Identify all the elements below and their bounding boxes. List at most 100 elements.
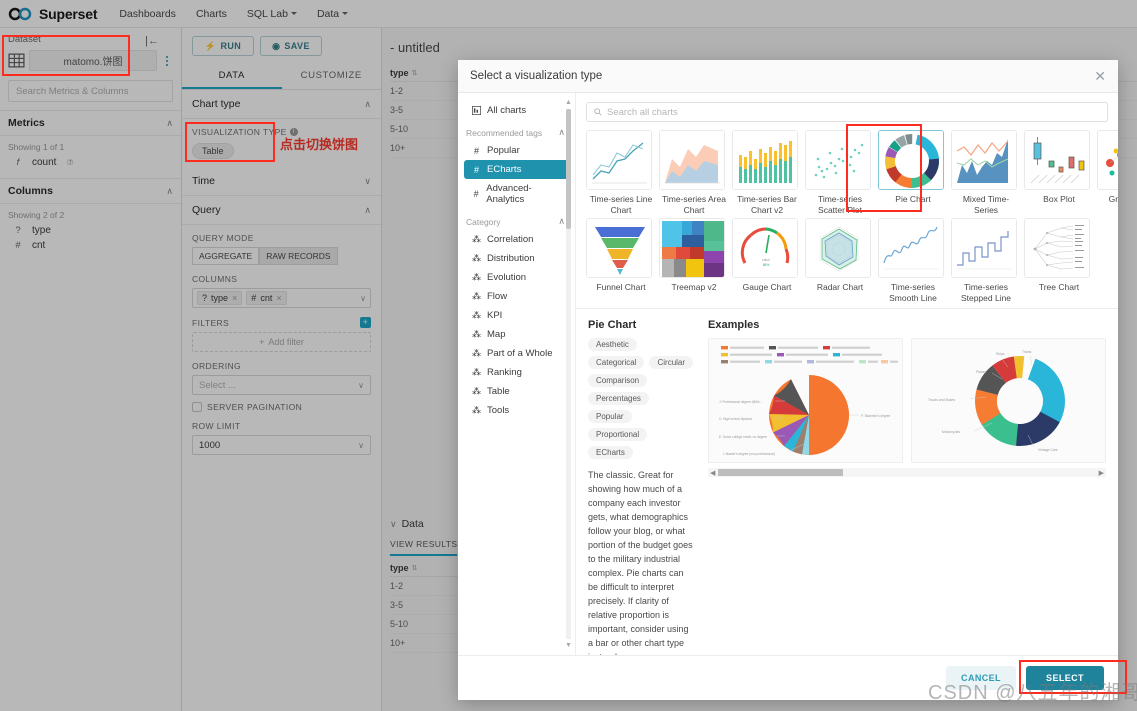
scroll-right-arrow-icon[interactable]: ▶: [1099, 469, 1104, 477]
category-scrollbar[interactable]: ▲ ▼: [564, 99, 573, 649]
sidebar-item-label: Map: [487, 329, 506, 340]
chart-card-time-series-stepped-line[interactable]: Time-series Stepped Line: [951, 218, 1021, 304]
modal-title: Select a visualization type: [470, 70, 603, 82]
chart-card-graph-chart[interactable]: Graph Chart: [1097, 130, 1118, 216]
chart-card-box-plot[interactable]: Box Plot: [1024, 130, 1094, 216]
chart-card-time-series-bar-chart-v2[interactable]: Time-series Bar Chart v2: [732, 130, 802, 216]
svg-text:Planes: Planes: [976, 370, 987, 374]
chart-card-mixed-time-series[interactable]: Mixed Time-Series: [951, 130, 1021, 216]
chart-name: Box Plot: [1043, 194, 1075, 204]
scroll-up-arrow-icon[interactable]: ▲: [564, 99, 573, 106]
scroll-down-arrow-icon[interactable]: ▼: [564, 642, 573, 649]
scrollbar-thumb[interactable]: [718, 469, 843, 476]
search-icon: [594, 108, 602, 116]
sidebar-item-label: Distribution: [487, 253, 535, 264]
tag-chip[interactable]: Circular: [649, 356, 694, 369]
chart-thumbnail[interactable]: [805, 130, 871, 190]
sidebar-item-evolution[interactable]: ⁂ Evolution: [464, 268, 569, 287]
example-donut-svg: Ships Trains Planes Trucks and Buses Mot…: [912, 339, 1105, 462]
category-group[interactable]: Category ∧: [458, 209, 575, 230]
sidebar-item-label: Advanced-Analytics: [486, 183, 532, 205]
radar-chart-icon: [806, 219, 870, 277]
sidebar-item-part-of-a-whole[interactable]: ⁂ Part of a Whole: [464, 344, 569, 363]
svg-text:Motorcycles: Motorcycles: [942, 430, 960, 434]
chart-thumbnail[interactable]: [951, 218, 1017, 278]
modal-footer: CANCEL SELECT: [458, 655, 1118, 700]
sidebar-item-echarts[interactable]: # ECharts: [464, 160, 569, 179]
funnel-chart-icon: [587, 219, 651, 277]
category-icon: ⁂: [472, 310, 481, 320]
sidebar-item-popular[interactable]: # Popular: [464, 141, 569, 160]
sidebar-item-correlation[interactable]: ⁂ Correlation: [464, 230, 569, 249]
sidebar-item-table[interactable]: ⁂ Table: [464, 382, 569, 401]
recommended-tags-group[interactable]: Recommended tags ∧: [458, 120, 575, 141]
tag-chip[interactable]: Percentages: [588, 392, 649, 405]
tag-chip[interactable]: Aesthetic: [588, 338, 637, 351]
close-icon[interactable]: ✕: [1094, 69, 1106, 83]
chart-thumbnail[interactable]: [1097, 130, 1118, 190]
chart-card-time-series-smooth-line[interactable]: Time-series Smooth Line: [878, 218, 948, 304]
select-button[interactable]: SELECT: [1026, 666, 1104, 690]
chart-name: Time-series Line Chart: [589, 194, 653, 215]
sidebar-item-advanced-analytics[interactable]: # Advanced-Analytics: [464, 179, 569, 209]
sidebar-item-all-charts[interactable]: All charts: [464, 101, 569, 120]
mixed-time-series-icon: [952, 131, 1016, 189]
cancel-button[interactable]: CANCEL: [946, 666, 1016, 690]
chart-thumbnail[interactable]: [1024, 218, 1090, 278]
sidebar-item-kpi[interactable]: ⁂ KPI: [464, 306, 569, 325]
chart-card-time-series-area-chart[interactable]: Time-series Area Chart: [659, 130, 729, 216]
chart-card-treemap-v2[interactable]: Treemap v2: [659, 218, 729, 304]
chart-thumbnail[interactable]: [951, 130, 1017, 190]
category-group-label: Category: [466, 216, 501, 227]
scatter-plot-icon: [806, 131, 870, 189]
chart-card-time-series-scatter-plot[interactable]: Time-series Scatter Plot: [805, 130, 875, 216]
chart-name: Gauge Chart: [742, 282, 792, 292]
chart-card-tree-chart[interactable]: Tree Chart: [1024, 218, 1094, 304]
scrollbar-thumb[interactable]: [566, 109, 571, 229]
chart-card-radar-chart[interactable]: Radar Chart: [805, 218, 875, 304]
chart-name: Time-series Scatter Plot: [817, 194, 863, 215]
sidebar-item-label: Tools: [487, 405, 510, 416]
chart-thumbnail[interactable]: [1024, 130, 1090, 190]
chart-card-time-series-line-chart[interactable]: Time-series Line Chart: [586, 130, 656, 216]
chart-thumbnail[interactable]: [586, 218, 652, 278]
chart-thumbnail[interactable]: [659, 130, 725, 190]
category-icon: ⁂: [472, 234, 481, 244]
svg-text:E: Some college credit, no deg: E: Some college credit, no degree: [719, 435, 767, 439]
chart-card-pie-chart[interactable]: Pie Chart: [878, 130, 948, 216]
sidebar-item-label: Table: [487, 386, 510, 397]
sidebar-item-ranking[interactable]: ⁂ Ranking: [464, 363, 569, 382]
chart-thumbnail[interactable]: [878, 218, 944, 278]
chart-thumbnail-selected[interactable]: [878, 130, 944, 190]
sidebar-item-label: Part of a Whole: [487, 348, 553, 359]
chart-thumbnail[interactable]: [659, 218, 725, 278]
chart-description-block: Pie Chart Aesthetic Categorical Circular…: [588, 319, 694, 655]
sidebar-item-flow[interactable]: ⁂ Flow: [464, 287, 569, 306]
example-donut-chart-image: Ships Trains Planes Trucks and Buses Mot…: [911, 338, 1106, 463]
svg-text:value: value: [762, 258, 770, 262]
chart-card-gauge-chart[interactable]: value 68% Gauge Chart: [732, 218, 802, 304]
examples-block: Examples F: Bachelor's degree I: Master'…: [708, 319, 1106, 500]
chart-thumbnail[interactable]: [732, 130, 798, 190]
sidebar-item-distribution[interactable]: ⁂ Distribution: [464, 249, 569, 268]
chart-thumbnail[interactable]: [586, 130, 652, 190]
tag-chip[interactable]: ECharts: [588, 446, 633, 459]
chart-name: Mixed Time-Series: [962, 194, 1010, 215]
chart-thumbnail[interactable]: value 68%: [732, 218, 798, 278]
gauge-chart-icon: value 68%: [733, 219, 797, 277]
svg-text:J: Professional degree (MBA...: J: Professional degree (MBA...: [719, 400, 762, 404]
sidebar-item-map[interactable]: ⁂ Map: [464, 325, 569, 344]
chart-card-funnel-chart[interactable]: Funnel Chart: [586, 218, 656, 304]
category-icon: ⁂: [472, 348, 481, 358]
modal-body: All charts Recommended tags ∧ # Popular …: [458, 93, 1118, 655]
sidebar-item-tools[interactable]: ⁂ Tools: [464, 401, 569, 420]
examples-horizontal-scrollbar[interactable]: ◀ ▶: [708, 468, 1106, 477]
tag-chip[interactable]: Categorical: [588, 356, 645, 369]
chart-thumbnail[interactable]: [805, 218, 871, 278]
tag-chip[interactable]: Proportional: [588, 428, 648, 441]
tag-chip[interactable]: Comparison: [588, 374, 648, 387]
scroll-left-arrow-icon[interactable]: ◀: [710, 469, 715, 477]
chart-name: Time-series Smooth Line: [889, 282, 937, 303]
search-charts-input[interactable]: Search all charts: [586, 102, 1108, 122]
tag-chip[interactable]: Popular: [588, 410, 632, 423]
